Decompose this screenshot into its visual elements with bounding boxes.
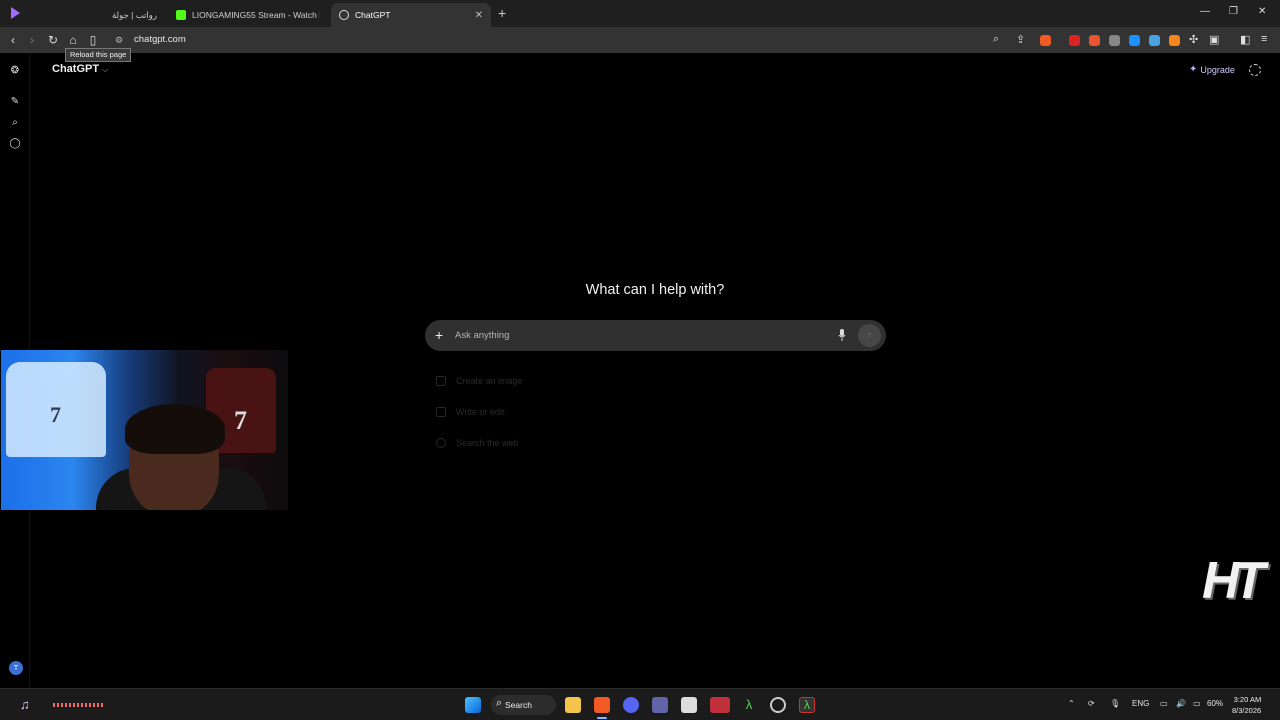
- sync-icon[interactable]: ⟳: [1088, 699, 1095, 708]
- mic-tray-icon[interactable]: 🎙: [1110, 699, 1120, 708]
- extension-orange-icon[interactable]: [1089, 35, 1100, 46]
- brave-icon[interactable]: [594, 697, 610, 713]
- person-hair: [125, 404, 225, 454]
- tab-strip: رواتب | جولة LIONGAMING55 Stream - Watch…: [0, 0, 1280, 27]
- minimize-icon[interactable]: —: [1200, 6, 1210, 17]
- reader-icon[interactable]: ▣: [1209, 33, 1219, 46]
- battery-percent: 60%: [1207, 699, 1224, 708]
- upgrade-button[interactable]: ✦ Upgrade: [1189, 64, 1235, 75]
- volume-icon[interactable]: 🔊: [1176, 699, 1186, 708]
- reload-icon[interactable]: ↻: [45, 32, 61, 48]
- suggestion-label: Write or edit: [456, 407, 505, 417]
- address-bar[interactable]: chatgpt.com: [134, 34, 186, 45]
- close-tab-icon[interactable]: ✕: [475, 10, 483, 21]
- search-icon[interactable]: ⌕: [9, 116, 21, 128]
- add-attachment-icon[interactable]: +: [435, 327, 443, 343]
- new-chat-icon[interactable]: ✎: [9, 95, 21, 107]
- chrome-icon[interactable]: [770, 697, 786, 713]
- forward-icon[interactable]: ›: [24, 32, 40, 48]
- tab-kick-stream[interactable]: LIONGAMING55 Stream - Watch Live: [168, 3, 328, 27]
- close-window-icon[interactable]: ✕: [1258, 6, 1266, 17]
- browser-logo-icon[interactable]: [10, 7, 20, 19]
- tab-title: ChatGPT: [355, 10, 391, 20]
- share-icon[interactable]: ⇪: [1016, 33, 1025, 46]
- tab-title: LIONGAMING55 Stream - Watch Live: [192, 10, 320, 20]
- back-icon[interactable]: ‹: [5, 32, 21, 48]
- audio-visualizer: [53, 703, 103, 707]
- clock-time: 3:20 AM: [1233, 695, 1262, 704]
- voice-app-icon[interactable]: [710, 697, 730, 713]
- globe-icon: [436, 438, 446, 448]
- sparkle-icon: ✦: [1189, 64, 1198, 75]
- extension-red-icon[interactable]: [1069, 35, 1080, 46]
- active-indicator: [597, 717, 607, 719]
- openai-logo-icon[interactable]: ❂: [9, 64, 21, 76]
- send-button[interactable]: ↑: [858, 324, 881, 347]
- tab-title: رواتب | جولة: [111, 9, 157, 20]
- jersey-number: 7: [234, 406, 247, 435]
- tab-arabic[interactable]: رواتب | جولة: [30, 3, 165, 27]
- chatgpt-icon: [339, 10, 349, 20]
- page-title: What can I help with?: [585, 282, 725, 298]
- model-selector[interactable]: ChatGPT ⌵: [52, 63, 108, 75]
- jersey-left: 7: [6, 362, 106, 457]
- restore-icon[interactable]: ❐: [1229, 6, 1238, 17]
- browser-toolbar: ‹ › ↻ ⌂ ▯ ⚙ chatgpt.com ⌕ ⇪ ✣ ▣ ◧ ≡: [0, 27, 1280, 53]
- avatar[interactable]: T: [9, 661, 23, 675]
- kick-icon: [176, 10, 186, 20]
- app-lambda-icon[interactable]: λ: [741, 697, 757, 713]
- upgrade-label: Upgrade: [1200, 64, 1235, 75]
- app-lambda-active-icon[interactable]: λ: [799, 697, 815, 713]
- suggestion-label: Create an image: [456, 376, 523, 386]
- suggestion-write-edit[interactable]: Write or edit: [436, 407, 504, 417]
- zoom-icon[interactable]: ⌕: [993, 33, 999, 46]
- composer: + ↑: [425, 320, 886, 351]
- chevron-down-icon: ⌵: [102, 65, 109, 74]
- discord-icon[interactable]: [623, 697, 639, 713]
- battery-icon[interactable]: ▭: [1193, 699, 1201, 708]
- display-icon[interactable]: ▭: [1160, 699, 1168, 708]
- tab-chatgpt[interactable]: ChatGPT ✕: [331, 3, 491, 27]
- sidebar-toggle-icon[interactable]: ◧: [1240, 33, 1250, 46]
- menu-icon[interactable]: ≡: [1261, 33, 1267, 45]
- suggestion-label: Search the web: [456, 438, 519, 448]
- teams-icon[interactable]: [652, 697, 668, 713]
- brave-shield-icon[interactable]: [1040, 35, 1051, 46]
- extension-blue-icon[interactable]: [1129, 35, 1140, 46]
- start-icon[interactable]: [465, 697, 481, 713]
- chat-bubble-icon[interactable]: ◯: [9, 137, 21, 149]
- pencil-icon: [436, 407, 446, 417]
- clock[interactable]: 3:20 AM 8/3/2026: [1232, 694, 1261, 716]
- microphone-icon[interactable]: [838, 329, 846, 341]
- taskbar: ♫ Search λ λ ⌃ ⟳ 🎙 ENG ▭ 🔊 ▭ 60% 3:20 AM…: [0, 688, 1280, 720]
- music-icon[interactable]: ♫: [20, 697, 30, 712]
- chevron-up-icon[interactable]: ⌃: [1068, 699, 1075, 708]
- model-label: ChatGPT: [52, 63, 100, 75]
- webcam-overlay: 7 7: [1, 350, 288, 510]
- extension-lightblue-icon[interactable]: [1149, 35, 1160, 46]
- reload-tooltip: Reload this page: [65, 48, 132, 62]
- clock-date: 8/3/2026: [1232, 706, 1262, 715]
- site-settings-icon[interactable]: ⚙: [115, 35, 123, 46]
- search-label: Search: [505, 700, 532, 710]
- file-explorer-icon[interactable]: [565, 697, 581, 713]
- channel-logo: HT: [1202, 552, 1265, 610]
- image-icon: [436, 376, 446, 386]
- temporary-chat-icon[interactable]: [1249, 64, 1261, 76]
- language-indicator[interactable]: ENG: [1132, 699, 1149, 708]
- bookmark-icon[interactable]: ▯: [85, 32, 101, 48]
- extension-gray-icon[interactable]: [1109, 35, 1120, 46]
- prompt-input[interactable]: [455, 328, 815, 343]
- suggestion-create-image[interactable]: Create an image: [436, 376, 523, 386]
- metamask-icon[interactable]: [1169, 35, 1180, 46]
- new-tab-button[interactable]: +: [498, 5, 506, 21]
- jersey-number: 7: [50, 402, 61, 427]
- home-icon[interactable]: ⌂: [65, 32, 81, 48]
- store-icon[interactable]: [681, 697, 697, 713]
- extensions-icon[interactable]: ✣: [1189, 33, 1198, 46]
- taskbar-search[interactable]: Search: [491, 695, 556, 715]
- suggestion-search-web[interactable]: Search the web: [436, 438, 519, 448]
